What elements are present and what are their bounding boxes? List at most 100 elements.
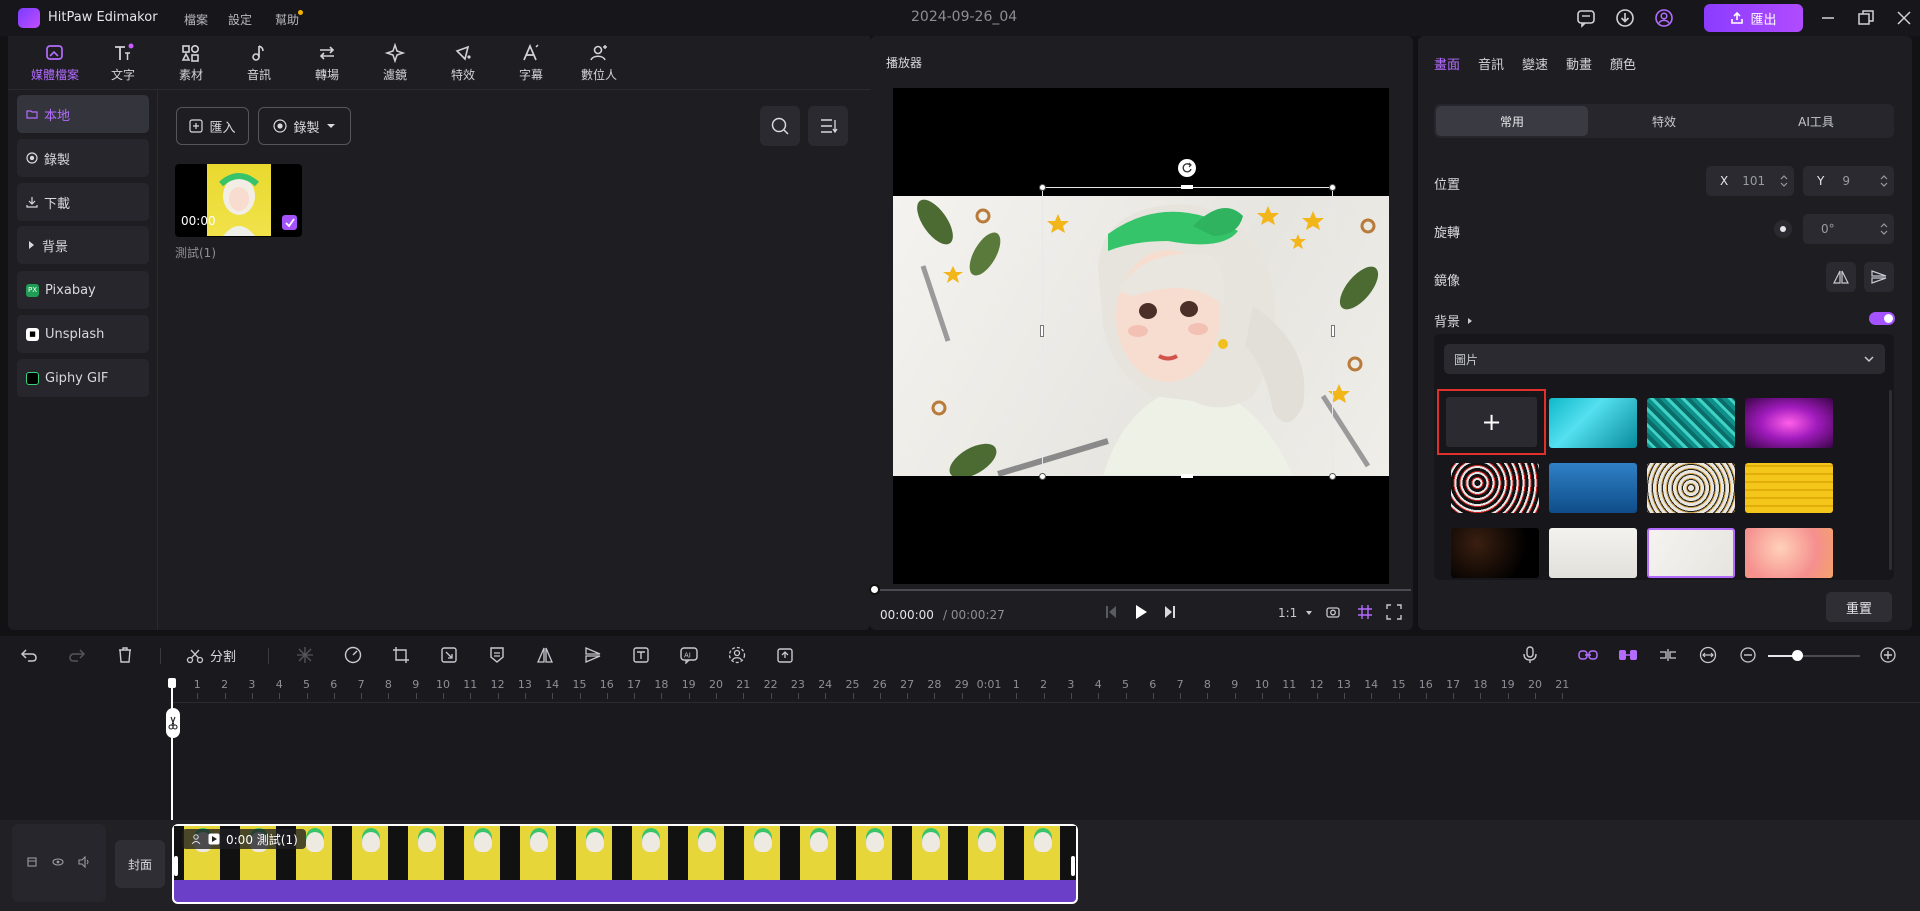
- split-button[interactable]: 分割: [186, 646, 236, 665]
- fullscreen-icon[interactable]: [1386, 604, 1402, 620]
- delete-icon[interactable]: [112, 642, 138, 668]
- background-swatch[interactable]: [1549, 463, 1637, 513]
- stepper-icon[interactable]: [1880, 174, 1888, 188]
- resize-handle[interactable]: [1329, 184, 1336, 191]
- track-mute-icon[interactable]: [78, 856, 90, 868]
- sidebar-item-unsplash[interactable]: ■ Unsplash: [17, 315, 149, 353]
- flip-vertical-icon[interactable]: [1864, 262, 1894, 292]
- stepper-icon[interactable]: [1880, 222, 1888, 236]
- snapshot-icon[interactable]: [1325, 604, 1341, 620]
- fit-timeline-icon[interactable]: [1695, 642, 1721, 668]
- background-swatch[interactable]: [1647, 463, 1735, 513]
- tab-transition[interactable]: 轉場: [296, 36, 358, 90]
- zoom-out-icon[interactable]: [1735, 642, 1761, 668]
- tab-subtitle[interactable]: 字幕: [500, 36, 562, 90]
- sidebar-item-download[interactable]: 下載: [17, 183, 149, 221]
- background-swatch[interactable]: [1745, 528, 1833, 578]
- sidebar-item-pixabay[interactable]: PX Pixabay: [17, 271, 149, 309]
- next-frame-icon[interactable]: [1163, 604, 1177, 620]
- tab-effects[interactable]: 特效: [432, 36, 494, 90]
- resize-handle[interactable]: [1181, 474, 1193, 478]
- sidebar-item-record[interactable]: 錄製: [17, 139, 149, 177]
- minimize-icon[interactable]: [1818, 8, 1838, 28]
- selected-check-icon[interactable]: [282, 215, 297, 230]
- portrait-cutout-icon[interactable]: [724, 642, 750, 668]
- background-swatch[interactable]: [1745, 398, 1833, 448]
- redo-icon[interactable]: [64, 642, 90, 668]
- freeze-icon[interactable]: [292, 642, 318, 668]
- stepper-icon[interactable]: [1780, 174, 1788, 188]
- prev-frame-icon[interactable]: [1104, 604, 1118, 620]
- tab-elements[interactable]: 素材: [160, 36, 222, 90]
- search-button[interactable]: [760, 106, 800, 146]
- track-lock-icon[interactable]: [26, 856, 38, 868]
- account-icon[interactable]: [1654, 8, 1674, 28]
- sidebar-item-giphy[interactable]: Giphy GIF: [17, 359, 149, 397]
- subtab-ai-tools[interactable]: AI工具: [1740, 106, 1892, 136]
- resize-handle[interactable]: [1040, 325, 1044, 337]
- background-swatch[interactable]: [1745, 463, 1833, 513]
- tab-color[interactable]: 顏色: [1610, 54, 1636, 73]
- resize-handle[interactable]: [1039, 184, 1046, 191]
- flip-icon[interactable]: [580, 642, 606, 668]
- resize-handle[interactable]: [1181, 185, 1193, 189]
- close-icon[interactable]: [1894, 8, 1914, 28]
- resize-handle[interactable]: [1329, 473, 1336, 480]
- selection-box[interactable]: [1042, 187, 1333, 476]
- grid-icon[interactable]: [1357, 604, 1373, 620]
- background-swatch[interactable]: [1549, 398, 1637, 448]
- scrub-knob[interactable]: [869, 584, 880, 595]
- background-swatch[interactable]: [1647, 398, 1735, 448]
- sort-button[interactable]: [808, 106, 848, 146]
- zoom-slider-knob[interactable]: [1792, 650, 1803, 661]
- sidebar-item-local[interactable]: 本地: [17, 95, 149, 133]
- menu-help[interactable]: 幫助: [275, 11, 299, 28]
- subtab-effects[interactable]: 特效: [1588, 106, 1740, 136]
- undo-icon[interactable]: [16, 642, 42, 668]
- background-swatch[interactable]: [1451, 528, 1539, 578]
- resize-handle[interactable]: [1039, 473, 1046, 480]
- import-button[interactable]: 匯入: [176, 107, 249, 145]
- scrollbar[interactable]: [1889, 390, 1892, 570]
- mirror-icon[interactable]: [532, 642, 558, 668]
- subtab-common[interactable]: 常用: [1436, 106, 1588, 136]
- tab-speed[interactable]: 變速: [1522, 54, 1548, 73]
- record-button[interactable]: 錄製: [258, 107, 351, 145]
- tab-audio[interactable]: 音訊: [228, 36, 290, 90]
- download-icon[interactable]: [1615, 8, 1635, 28]
- background-swatch[interactable]: [1451, 463, 1539, 513]
- crop-icon[interactable]: [388, 642, 414, 668]
- tab-audio-props[interactable]: 音訊: [1478, 54, 1504, 73]
- add-background-button[interactable]: +: [1437, 389, 1546, 455]
- tab-media[interactable]: 媒體檔案: [24, 36, 86, 90]
- tab-video[interactable]: 畫面: [1434, 54, 1460, 73]
- track-visibility-icon[interactable]: [52, 856, 64, 868]
- background-label[interactable]: 背景: [1434, 311, 1474, 330]
- clip-trim-left-handle[interactable]: [174, 856, 178, 876]
- playhead-handle[interactable]: [168, 678, 176, 688]
- background-type-select[interactable]: 圖片: [1444, 344, 1885, 374]
- rotation-dial-icon[interactable]: [1774, 220, 1792, 238]
- clip-trim-right-handle[interactable]: [1071, 856, 1075, 876]
- position-y-field[interactable]: Y 9: [1803, 166, 1894, 196]
- restore-icon[interactable]: [1856, 8, 1876, 28]
- mask-icon[interactable]: [484, 642, 510, 668]
- zoom-in-icon[interactable]: [1875, 642, 1901, 668]
- background-swatch-selected[interactable]: [1647, 528, 1735, 578]
- menu-file[interactable]: 檔案: [184, 11, 208, 28]
- rotation-field[interactable]: 0°: [1803, 214, 1894, 244]
- resize-handle[interactable]: [1331, 325, 1335, 337]
- magnet-icon[interactable]: [1615, 642, 1641, 668]
- menu-settings[interactable]: 設定: [228, 11, 252, 28]
- play-icon[interactable]: [1133, 603, 1149, 621]
- playhead-scissor-icon[interactable]: [166, 708, 180, 738]
- microphone-icon[interactable]: [1517, 642, 1543, 668]
- tab-animation[interactable]: 動畫: [1566, 54, 1592, 73]
- link-icon[interactable]: [1575, 642, 1601, 668]
- ai-icon[interactable]: AI: [676, 642, 702, 668]
- background-toggle[interactable]: [1869, 312, 1895, 325]
- scrub-bar[interactable]: [873, 589, 1411, 591]
- rotate-handle-icon[interactable]: [1178, 159, 1196, 177]
- speed-icon[interactable]: [340, 642, 366, 668]
- sidebar-item-background[interactable]: 背景: [17, 226, 149, 264]
